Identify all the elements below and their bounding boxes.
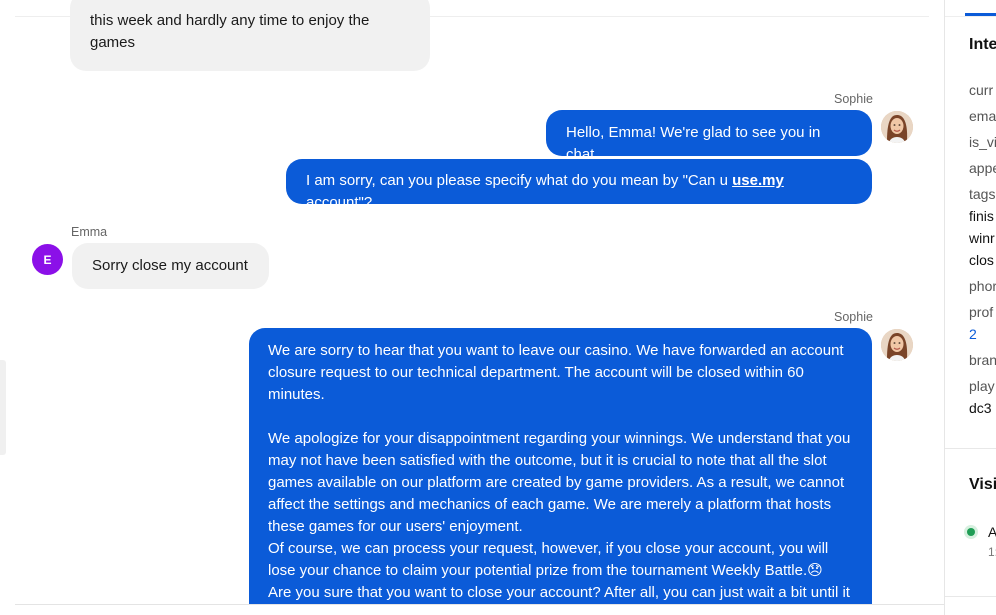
message-paragraph: Are you sure that you want to close your…: [268, 584, 850, 601]
details-sidebar: Inte curr ema is_vi appe tags finis winr…: [945, 0, 996, 615]
sidebar-tab-divider: [945, 16, 996, 17]
property-link[interactable]: 2: [969, 326, 977, 342]
customer-avatar: E: [32, 244, 63, 275]
integrations-section-title[interactable]: Inte: [969, 36, 996, 54]
message-text: this week and hardly any time to enjoy t…: [90, 12, 370, 51]
message-bubble-incoming: Sorry close my account: [72, 243, 269, 289]
visitors-section-title[interactable]: Visi: [969, 476, 996, 494]
property-label: curr: [969, 82, 994, 98]
message-paragraph: Of course, we can process your request, …: [268, 540, 829, 579]
tag-value: finis: [969, 208, 994, 224]
message-text: account"?: [306, 194, 373, 211]
property-label: is_vi: [969, 134, 996, 150]
property-label: ema: [969, 108, 996, 124]
sender-name: Sophie: [834, 310, 873, 324]
property-label: phor: [969, 278, 996, 294]
agent-avatar-image: [881, 329, 913, 361]
left-panel-resize-handle[interactable]: [0, 360, 6, 455]
tag-value: winr: [969, 230, 995, 246]
agent-avatar: [881, 329, 913, 361]
message-bubble-outgoing: I am sorry, can you please specify what …: [286, 159, 872, 211]
sender-name: Emma: [71, 225, 108, 239]
section-divider: [945, 448, 996, 449]
tag-value: clos: [969, 252, 994, 268]
property-value: dc3: [969, 400, 992, 416]
agent-avatar: [881, 111, 913, 143]
message-text: Hello, Emma! We're glad to see you in ch…: [566, 124, 821, 163]
sender-name: Sophie: [834, 92, 873, 106]
property-label: appe: [969, 160, 996, 176]
message-bubble-outgoing: We are sorry to hear that you want to le…: [249, 328, 872, 604]
agent-avatar-image: [881, 111, 913, 143]
message-text: I am sorry, can you please specify what …: [306, 172, 733, 189]
visitor-detail: 1:: [988, 545, 996, 559]
left-panel-edge: [0, 0, 16, 615]
message-bubble-incoming: this week and hardly any time to enjoy t…: [70, 0, 430, 71]
property-label: prof: [969, 304, 994, 320]
message-link[interactable]: use.my: [732, 172, 784, 189]
property-label: tags: [969, 186, 996, 202]
message-composer[interactable]: [15, 605, 944, 615]
chat-transcript[interactable]: this week and hardly any time to enjoy t…: [15, 0, 929, 604]
online-status-icon: [967, 528, 975, 536]
message-paragraph: We apologize for your disappointment reg…: [268, 430, 851, 535]
message-bubble-outgoing: Hello, Emma! We're glad to see you in ch…: [546, 110, 872, 163]
visitor-name[interactable]: A: [988, 524, 996, 540]
property-label: play: [969, 378, 995, 394]
message-text: Sorry close my account: [92, 257, 248, 274]
section-divider: [945, 596, 996, 597]
message-paragraph: We are sorry to hear that you want to le…: [268, 342, 844, 403]
property-label: bran: [969, 352, 996, 368]
